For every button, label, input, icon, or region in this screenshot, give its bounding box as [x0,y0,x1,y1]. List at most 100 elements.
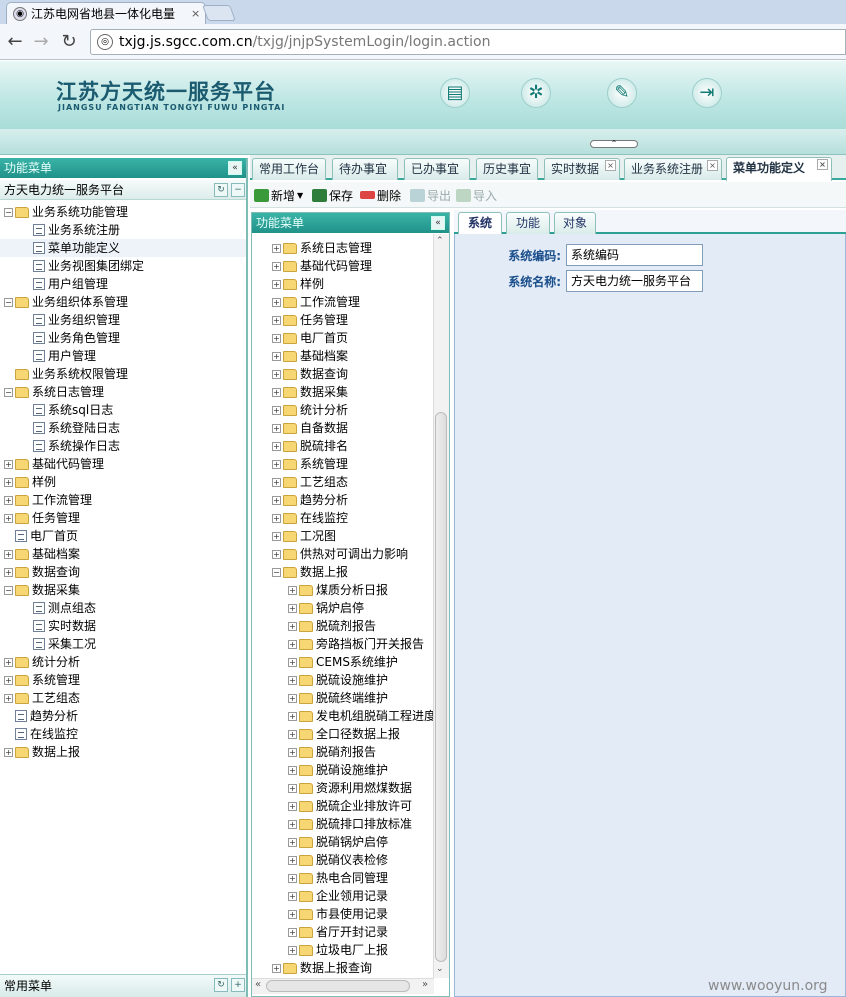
mid-tree-node[interactable]: + 垃圾电厂上报 [270,941,434,959]
mid-tree-node[interactable]: + 脱硫排名 [270,437,434,455]
reload-icon[interactable]: ↻ [58,31,80,53]
mid-tree-node[interactable]: + 脱硫终端维护 [270,689,434,707]
scrollbar-thumb[interactable] [435,412,447,962]
expand-toggle-icon[interactable]: + [288,891,297,901]
mid-tree-node[interactable]: + 数据查询 [270,365,434,383]
mid-tree-node[interactable]: + 样例 [270,275,434,293]
left-tree-node[interactable]: + 工作流管理 [0,491,246,509]
collapse-mid-icon[interactable]: « [431,216,445,230]
tab-system[interactable]: 系统 [458,212,502,234]
left-tree-node[interactable]: 业务角色管理 [0,329,246,347]
expand-toggle-icon[interactable]: + [4,747,13,757]
new-tab-button[interactable] [202,5,236,21]
expand-toggle-icon[interactable]: + [272,963,281,973]
back-arrow-icon[interactable]: ← [4,31,26,53]
mid-tree-node[interactable]: + 基础档案 [270,347,434,365]
expand-toggle-icon[interactable]: + [4,459,13,469]
mid-tree-node[interactable]: + 脱硝设施维护 [270,761,434,779]
expand-toggle-icon[interactable]: + [288,801,297,811]
expand-toggle-icon[interactable]: + [272,441,281,451]
expand-toggle-icon[interactable]: + [4,657,13,667]
left-tree-node[interactable]: + 统计分析 [0,653,246,671]
close-tab-icon[interactable]: × [817,159,828,170]
expand-toggle-icon[interactable]: + [272,459,281,469]
expand-toggle-icon[interactable]: + [272,333,281,343]
left-tree-node[interactable]: 实时数据 [0,617,246,635]
collapse-toggle-icon[interactable]: − [4,387,13,397]
expand-toggle-icon[interactable]: + [288,639,297,649]
expand-toggle-icon[interactable]: + [272,477,281,487]
left-tree-node[interactable]: − 数据采集 [0,581,246,599]
expand-toggle-icon[interactable]: + [272,297,281,307]
collapse-toggle-icon[interactable]: − [272,567,281,577]
expand-toggle-icon[interactable]: + [272,423,281,433]
expand-toggle-icon[interactable]: + [272,495,281,505]
main-tab[interactable]: 待办事宜 [332,158,398,180]
main-tab[interactable]: 常用工作台 [252,158,326,180]
left-tree-node[interactable]: + 数据上报 [0,743,246,761]
address-bar[interactable]: ◎ txjg.js.sgcc.com.cn/txjg/jnjpSystemLog… [90,29,846,55]
mid-tree-node[interactable]: + 数据采集 [270,383,434,401]
left-tree-node[interactable]: 业务组织管理 [0,311,246,329]
mid-tree-node[interactable]: + 脱硝锅炉启停 [270,833,434,851]
left-tree-node[interactable]: + 基础代码管理 [0,455,246,473]
mid-tree-node[interactable]: + 市县使用记录 [270,905,434,923]
mid-tree-node[interactable]: + 锅炉启停 [270,599,434,617]
mid-tree-node[interactable]: + 脱硫剂报告 [270,617,434,635]
page-info-icon[interactable]: ◎ [97,34,113,50]
left-tree-node[interactable]: + 系统管理 [0,671,246,689]
left-tree-node[interactable]: 系统登陆日志 [0,419,246,437]
left-tree-node[interactable]: 在线监控 [0,725,246,743]
expand-toggle-icon[interactable]: + [272,351,281,361]
mid-tree-node[interactable]: + 资源利用燃煤数据 [270,779,434,797]
mid-tree-node[interactable]: + 系统日志管理 [270,239,434,257]
mid-tree-node[interactable]: + 系统管理 [270,455,434,473]
save-button[interactable]: 保存 [312,186,353,204]
mid-tree-node[interactable]: + 旁路挡板门开关报告 [270,635,434,653]
left-tree-node[interactable]: + 基础档案 [0,545,246,563]
expand-toggle-icon[interactable]: + [288,945,297,955]
expand-toggle-icon[interactable]: + [272,531,281,541]
mid-tree-node[interactable]: + 省厅开封记录 [270,923,434,941]
browser-tab[interactable]: ◉ 江苏电网省地县一体化电量 × [6,2,206,24]
system-name-field[interactable]: 方天电力统一服务平台 [566,270,703,292]
mid-tree-node[interactable]: − 数据上报 [270,563,434,581]
collapse-all-icon[interactable]: − [231,183,245,197]
expand-toggle-icon[interactable]: + [4,567,13,577]
tab-object[interactable]: 对象 [554,212,596,234]
mid-tree-node[interactable]: + 脱硝剂报告 [270,743,434,761]
expand-toggle-icon[interactable]: + [272,315,281,325]
expand-toggle-icon[interactable]: + [288,657,297,667]
header-collapse-button[interactable]: ⌃ [590,140,638,148]
expand-toggle-icon[interactable]: + [272,243,281,253]
expand-toggle-icon[interactable]: + [288,927,297,937]
mid-tree-node[interactable]: + 企业领用记录 [270,887,434,905]
mid-tree-node[interactable]: + 工况图 [270,527,434,545]
expand-toggle-icon[interactable]: + [272,261,281,271]
main-tab[interactable]: 历史事宜 [476,158,538,180]
collapse-toggle-icon[interactable]: − [4,585,13,595]
expand-toggle-icon[interactable]: + [288,603,297,613]
mid-tree-node[interactable]: + 工作流管理 [270,293,434,311]
mid-tree-node[interactable]: + 热电合同管理 [270,869,434,887]
mid-tree-node[interactable]: + 统计分析 [270,401,434,419]
mid-tree-node[interactable]: + 趋势分析 [270,491,434,509]
refresh-icon[interactable]: ↻ [214,978,228,992]
collapse-left-icon[interactable]: « [228,161,242,175]
mid-tree-node[interactable]: + 脱硫企业排放许可 [270,797,434,815]
expand-toggle-icon[interactable]: + [4,513,13,523]
expand-toggle-icon[interactable]: + [4,693,13,703]
left-tree-node[interactable]: 用户管理 [0,347,246,365]
scroll-right-icon[interactable]: » [422,979,428,990]
mid-tree-node[interactable]: + 脱硫设施维护 [270,671,434,689]
delete-button[interactable]: 删除 [360,186,401,204]
system-code-field[interactable]: 系统编码 [566,244,703,266]
expand-toggle-icon[interactable]: + [272,279,281,289]
expand-toggle-icon[interactable]: + [288,747,297,757]
expand-toggle-icon[interactable]: + [288,675,297,685]
expand-toggle-icon[interactable]: + [4,495,13,505]
expand-toggle-icon[interactable]: + [272,405,281,415]
collapse-toggle-icon[interactable]: − [4,207,13,217]
expand-toggle-icon[interactable]: + [4,549,13,559]
collapse-toggle-icon[interactable]: − [4,297,13,307]
